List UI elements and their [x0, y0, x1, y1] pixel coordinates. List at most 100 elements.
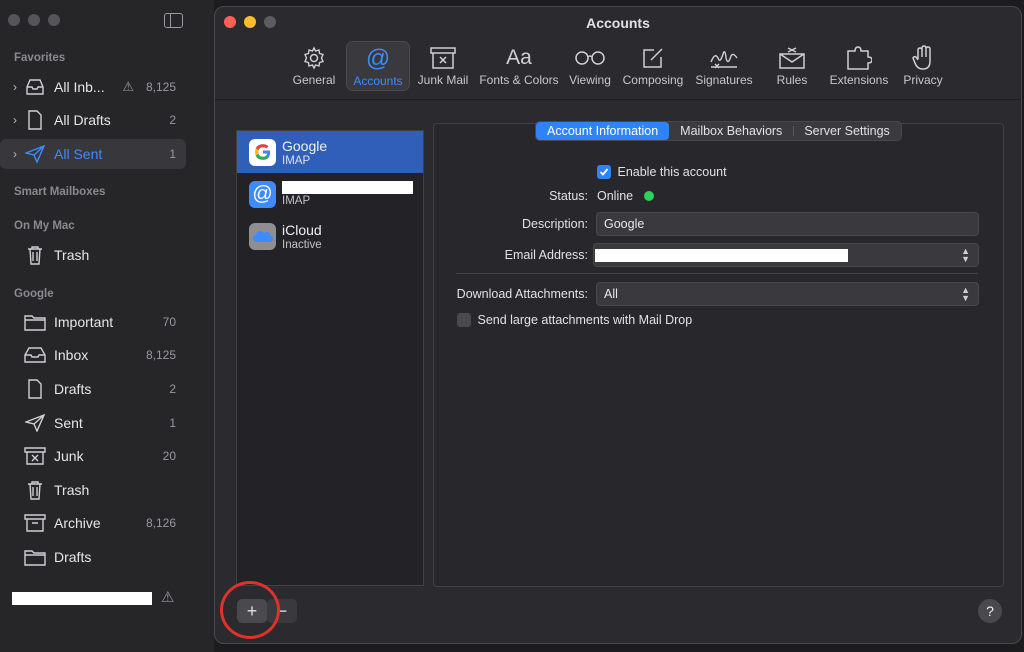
sidebar-item-label: Drafts: [54, 381, 92, 397]
tab-mailbox-behaviors[interactable]: Mailbox Behaviors: [669, 122, 793, 140]
sidebar-item-trash[interactable]: Trash: [0, 475, 186, 505]
tab-server-settings[interactable]: Server Settings: [793, 122, 900, 140]
download-attachments-popup[interactable]: All ▲ ▼: [596, 282, 979, 306]
rules-icon: [778, 45, 806, 71]
glasses-icon: [574, 45, 606, 71]
email-address-popup[interactable]: ▲ ▼: [593, 243, 979, 267]
warning-icon: ⚠: [161, 589, 175, 606]
fonts-icon: Aa: [506, 46, 532, 69]
tab-privacy[interactable]: Privacy: [894, 41, 952, 91]
toolbar-divider: [215, 99, 1021, 100]
google-icon: [249, 138, 276, 166]
folder-icon: [24, 547, 46, 567]
redacted-account-name: [12, 592, 152, 605]
unread-count: 1: [169, 147, 176, 161]
account-type: IMAP: [282, 154, 311, 167]
section-favorites: Favorites: [14, 52, 66, 64]
tab-rules[interactable]: Rules: [760, 41, 824, 91]
zoom-window-button[interactable]: [48, 14, 60, 26]
sidebar-item-label: Sent: [54, 415, 83, 431]
online-status-indicator: [643, 191, 654, 201]
sidebar-item-label: All Drafts: [54, 112, 111, 128]
section-smart-mailboxes: Smart Mailboxes: [14, 186, 106, 198]
minimize-window-button[interactable]: [28, 14, 40, 26]
toolbar-label: Junk Mail: [417, 73, 469, 87]
accounts-preferences-window: Accounts General @ Accounts Junk Mail Aa…: [214, 6, 1022, 644]
inbox-icon: [24, 77, 46, 97]
account-type: Inactive: [282, 238, 322, 251]
toolbar-label: Fonts & Colors: [479, 73, 559, 87]
compose-icon: [642, 45, 664, 71]
account-name: Google: [282, 137, 328, 154]
annotation-circle: [220, 581, 280, 639]
junk-icon: [430, 45, 456, 71]
chevron-right-icon[interactable]: ›: [8, 113, 22, 127]
window-title: Accounts: [586, 15, 650, 31]
unread-count: 8,125: [145, 80, 176, 94]
tab-junk-mail[interactable]: Junk Mail: [412, 41, 474, 91]
account-row-imap[interactable]: @ IMAP: [237, 173, 423, 215]
unread-count: 8,126: [145, 516, 176, 530]
status-row: Online: [597, 189, 654, 203]
enable-account-checkbox[interactable]: [597, 164, 611, 179]
account-row-google[interactable]: Google IMAP: [237, 131, 423, 173]
download-attachments-label: Download Attachments:: [456, 287, 588, 301]
description-label: Description:: [522, 217, 588, 231]
tab-composing[interactable]: Composing: [618, 41, 688, 91]
sidebar-window-controls: [8, 14, 60, 26]
tab-general[interactable]: General: [284, 41, 344, 91]
tab-fonts-colors[interactable]: Aa Fonts & Colors: [476, 41, 562, 91]
tab-extensions[interactable]: Extensions: [826, 41, 892, 91]
toolbar-label: Extensions: [829, 73, 889, 87]
account-name: iCloud: [282, 221, 322, 238]
account-type: IMAP: [282, 195, 311, 207]
sidebar-item-all-sent[interactable]: › All Sent 1: [0, 139, 186, 169]
chevron-right-icon[interactable]: ›: [8, 147, 22, 161]
sidebar-item-all-drafts[interactable]: › All Drafts 2: [0, 105, 186, 135]
chevron-right-icon[interactable]: ›: [8, 80, 22, 94]
archive-icon: [24, 513, 46, 533]
toolbar-label: General: [292, 73, 336, 87]
status-value: Online: [597, 189, 634, 203]
tab-accounts[interactable]: @ Accounts: [346, 41, 410, 91]
sidebar-item-inbox[interactable]: Inbox 8,125: [0, 340, 186, 370]
tab-viewing[interactable]: Viewing: [564, 41, 616, 91]
sidebar-item-drafts[interactable]: Drafts 2: [0, 374, 186, 404]
close-window-button[interactable]: [8, 14, 20, 26]
mail-drop-label: Send large attachments with Mail Drop: [477, 312, 693, 327]
section-on-my-mac: On My Mac: [14, 220, 75, 232]
tab-account-information[interactable]: Account Information: [536, 122, 670, 140]
at-icon: @: [365, 45, 391, 72]
email-address-label: Email Address:: [504, 248, 588, 262]
sidebar-item-junk[interactable]: Junk 20: [0, 441, 186, 471]
mail-sidebar: Favorites › All Inb... ⚠ 8,125 › All Dra…: [0, 0, 214, 652]
warning-icon: ⚠: [122, 79, 134, 94]
sidebar-item-drafts-folder[interactable]: Drafts: [0, 542, 186, 572]
enable-account-row: Enable this account: [597, 164, 727, 179]
account-row-icloud[interactable]: iCloud Inactive: [237, 215, 423, 257]
status-label: Status:: [549, 189, 588, 203]
description-field[interactable]: Google: [596, 212, 979, 236]
trash-icon: [24, 245, 46, 265]
tab-signatures[interactable]: Signatures: [690, 41, 758, 91]
sidebar-item-label: Archive: [54, 515, 101, 531]
sidebar-item-important[interactable]: Important 70: [0, 307, 186, 337]
help-button[interactable]: ?: [978, 599, 1002, 623]
sidebar-item-sent[interactable]: Sent 1: [0, 408, 186, 438]
inbox-icon: [24, 345, 46, 365]
sidebar-item-local-trash[interactable]: Trash: [0, 240, 186, 270]
account-detail-tabs: Account Information Mailbox Behaviors Se…: [535, 121, 902, 141]
document-icon: [24, 110, 46, 130]
section-google: Google: [14, 288, 54, 300]
account-text: iCloud Inactive: [282, 222, 322, 251]
section-divider: [456, 273, 978, 274]
preferences-toolbar: General @ Accounts Junk Mail Aa Fonts & …: [215, 41, 1021, 97]
toolbar-label: Accounts: [353, 74, 403, 88]
mail-drop-checkbox[interactable]: [457, 312, 471, 327]
sidebar-toggle-icon[interactable]: [164, 13, 183, 28]
download-attachments-value: All: [604, 287, 618, 301]
sidebar-item-all-inboxes[interactable]: › All Inb... ⚠ 8,125: [0, 72, 186, 102]
mail-drop-row: Send large attachments with Mail Drop: [457, 312, 692, 327]
sidebar-item-archive[interactable]: Archive 8,126: [0, 508, 186, 538]
sidebar-item-label: Trash: [54, 247, 90, 263]
